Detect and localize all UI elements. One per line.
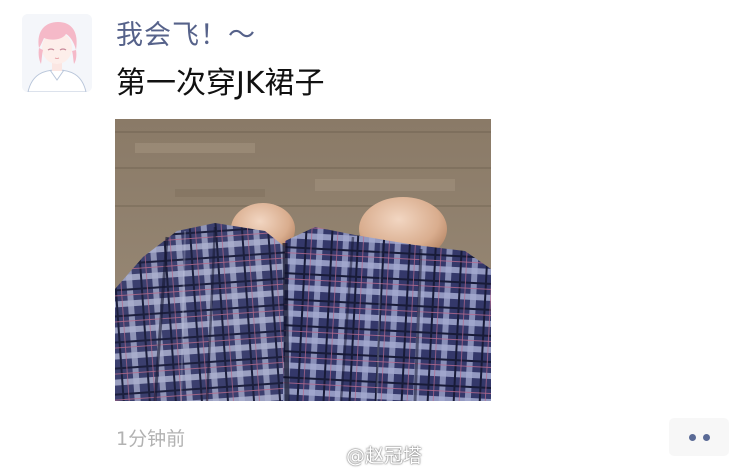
weibo-icon (318, 444, 342, 464)
watermark: @赵冠塔 (318, 440, 422, 468)
more-button[interactable] (669, 418, 729, 456)
post-photo[interactable] (115, 119, 491, 401)
user-avatar[interactable] (22, 14, 92, 92)
plaid-skirt-photo (115, 119, 491, 401)
user-name[interactable]: 我会飞！～ (116, 18, 256, 54)
post-timestamp: 1分钟前 (116, 428, 186, 450)
more-dots-icon (688, 433, 696, 441)
more-dots-icon (702, 433, 710, 441)
post-text: 第一次穿JK裙子 (116, 66, 325, 101)
watermark-text: @赵冠塔 (346, 444, 423, 467)
anime-avatar-icon (22, 14, 92, 92)
